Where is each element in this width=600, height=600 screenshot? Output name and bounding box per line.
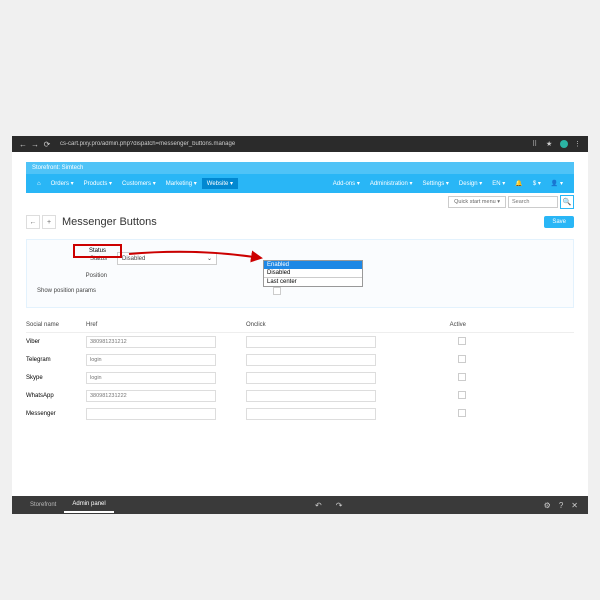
bell-icon[interactable]: 🔔 xyxy=(510,178,527,189)
reload-icon[interactable]: ⟳ xyxy=(42,139,52,149)
onclick-input[interactable] xyxy=(246,372,376,384)
tab-storefront[interactable]: Storefront xyxy=(22,498,64,512)
onclick-input[interactable] xyxy=(246,354,376,366)
storefront-label: Storefront: Simtech xyxy=(32,165,83,171)
plus-button[interactable]: + xyxy=(42,215,56,229)
settings-panel: Status Status Disabled⌄ Enabled Disabled… xyxy=(26,239,574,308)
social-name: Skype xyxy=(26,375,86,381)
nav-products[interactable]: Products ▾ xyxy=(79,178,117,189)
table-row: Viber xyxy=(26,333,574,351)
back-button[interactable]: ← xyxy=(26,215,40,229)
menu-icon[interactable]: ⋮ xyxy=(574,140,582,148)
nav-design[interactable]: Design ▾ xyxy=(454,178,487,189)
nav-marketing[interactable]: Marketing ▾ xyxy=(161,178,202,189)
social-name: Messenger xyxy=(26,411,86,417)
storefront-bar[interactable]: Storefront: Simtech xyxy=(26,162,574,174)
active-checkbox[interactable] xyxy=(458,409,466,417)
browser-address-bar: ← → ⟳ cs-cart.pixy.pro/admin.php?dispatc… xyxy=(12,136,588,152)
option-disabled[interactable]: Disabled xyxy=(264,269,362,277)
href-input[interactable] xyxy=(86,372,216,384)
home-icon[interactable]: ⌂ xyxy=(32,179,46,189)
annotation-arrow xyxy=(127,250,267,264)
table-header: Social name Href Onclick Active xyxy=(26,318,574,333)
active-checkbox[interactable] xyxy=(458,355,466,363)
nav-back-icon[interactable]: ← xyxy=(18,139,28,149)
nav-customers[interactable]: Customers ▾ xyxy=(117,178,161,189)
active-checkbox[interactable] xyxy=(458,337,466,345)
option-enabled[interactable]: Enabled xyxy=(264,261,362,269)
nav-website[interactable]: Website ▾ xyxy=(202,178,238,189)
status-dropdown: Enabled Disabled Last center xyxy=(263,260,363,287)
url-text[interactable]: cs-cart.pixy.pro/admin.php?dispatch=mess… xyxy=(60,141,532,147)
nav-lang[interactable]: EN ▾ xyxy=(487,178,510,189)
nav-addons[interactable]: Add-ons ▾ xyxy=(328,178,365,189)
nav-orders[interactable]: Orders ▾ xyxy=(46,178,79,189)
page-title: Messenger Buttons xyxy=(62,216,157,228)
star-icon[interactable]: ★ xyxy=(546,140,554,148)
search-input[interactable] xyxy=(508,196,558,208)
social-name: Viber xyxy=(26,339,86,345)
nav-settings[interactable]: Settings ▾ xyxy=(418,178,454,189)
href-input[interactable] xyxy=(86,390,216,402)
social-name: WhatsApp xyxy=(26,393,86,399)
onclick-input[interactable] xyxy=(246,336,376,348)
status-highlight: Status xyxy=(73,244,122,258)
table-row: Skype xyxy=(26,369,574,387)
table-row: WhatsApp xyxy=(26,387,574,405)
profile-avatar[interactable] xyxy=(560,140,568,148)
href-input[interactable] xyxy=(86,336,216,348)
top-nav: ⌂ Orders ▾ Products ▾ Customers ▾ Market… xyxy=(26,174,574,193)
position-label: Position xyxy=(37,273,117,279)
onclick-input[interactable] xyxy=(246,408,376,420)
quick-start-menu[interactable]: Quick start menu ▾ xyxy=(448,196,506,208)
page-viewport: Storefront: Simtech ⌂ Orders ▾ Products … xyxy=(12,152,588,500)
gear-icon[interactable]: ⚙ xyxy=(544,501,551,510)
close-icon[interactable]: ✕ xyxy=(571,501,578,510)
socials-table: Social name Href Onclick Active Viber Tel… xyxy=(26,318,574,423)
active-checkbox[interactable] xyxy=(458,391,466,399)
translate-icon[interactable]: ⠿ xyxy=(532,140,540,148)
social-name: Telegram xyxy=(26,357,86,363)
redo-icon[interactable]: ↷ xyxy=(336,501,343,510)
nav-admin[interactable]: Administration ▾ xyxy=(365,178,418,189)
bottom-bar: Storefront Admin panel ↶ ↷ ⚙ ? ✕ xyxy=(12,496,588,514)
nav-fwd-icon[interactable]: → xyxy=(30,139,40,149)
help-icon[interactable]: ? xyxy=(559,501,563,510)
option-last-center[interactable]: Last center xyxy=(264,277,362,286)
tab-admin-panel[interactable]: Admin panel xyxy=(64,497,113,513)
title-row: ← + Messenger Buttons Save xyxy=(26,209,574,235)
table-row: Telegram xyxy=(26,351,574,369)
save-button[interactable]: Save xyxy=(544,216,574,228)
onclick-input[interactable] xyxy=(246,390,376,402)
undo-icon[interactable]: ↶ xyxy=(315,501,322,510)
show-params-label: Show position params xyxy=(37,288,167,294)
user-icon[interactable]: 👤 ▾ xyxy=(546,178,568,189)
search-button[interactable]: 🔍 xyxy=(560,195,574,209)
show-params-checkbox[interactable] xyxy=(273,287,281,295)
nav-currency[interactable]: $ ▾ xyxy=(528,178,546,189)
table-row: Messenger xyxy=(26,405,574,423)
active-checkbox[interactable] xyxy=(458,373,466,381)
href-input[interactable] xyxy=(86,354,216,366)
href-input[interactable] xyxy=(86,408,216,420)
